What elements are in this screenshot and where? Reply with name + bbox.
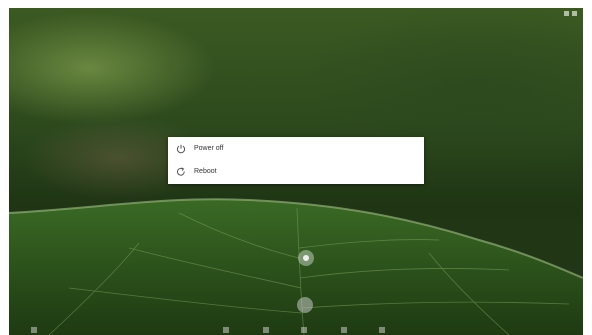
signal-icon [564, 10, 569, 16]
power-off-label: Power off [194, 145, 224, 152]
status-bar [564, 8, 577, 18]
recents-icon[interactable] [341, 327, 347, 333]
back-icon[interactable] [263, 327, 269, 333]
reboot-option[interactable]: Reboot [168, 160, 424, 183]
power-icon [175, 143, 187, 155]
navigation-bar [9, 326, 583, 335]
power-menu-dialog: Power off Reboot [168, 137, 424, 184]
unlock-dot [303, 255, 309, 261]
fingerprint-icon[interactable] [297, 297, 313, 313]
reboot-label: Reboot [194, 168, 217, 175]
battery-icon [572, 10, 577, 16]
power-off-option[interactable]: Power off [168, 137, 424, 160]
volume-up-icon[interactable] [379, 327, 385, 333]
unlock-icon[interactable] [298, 250, 314, 266]
menu-icon[interactable] [31, 327, 37, 333]
volume-down-icon[interactable] [223, 327, 229, 333]
home-icon[interactable] [301, 327, 307, 333]
reboot-icon [175, 166, 187, 178]
